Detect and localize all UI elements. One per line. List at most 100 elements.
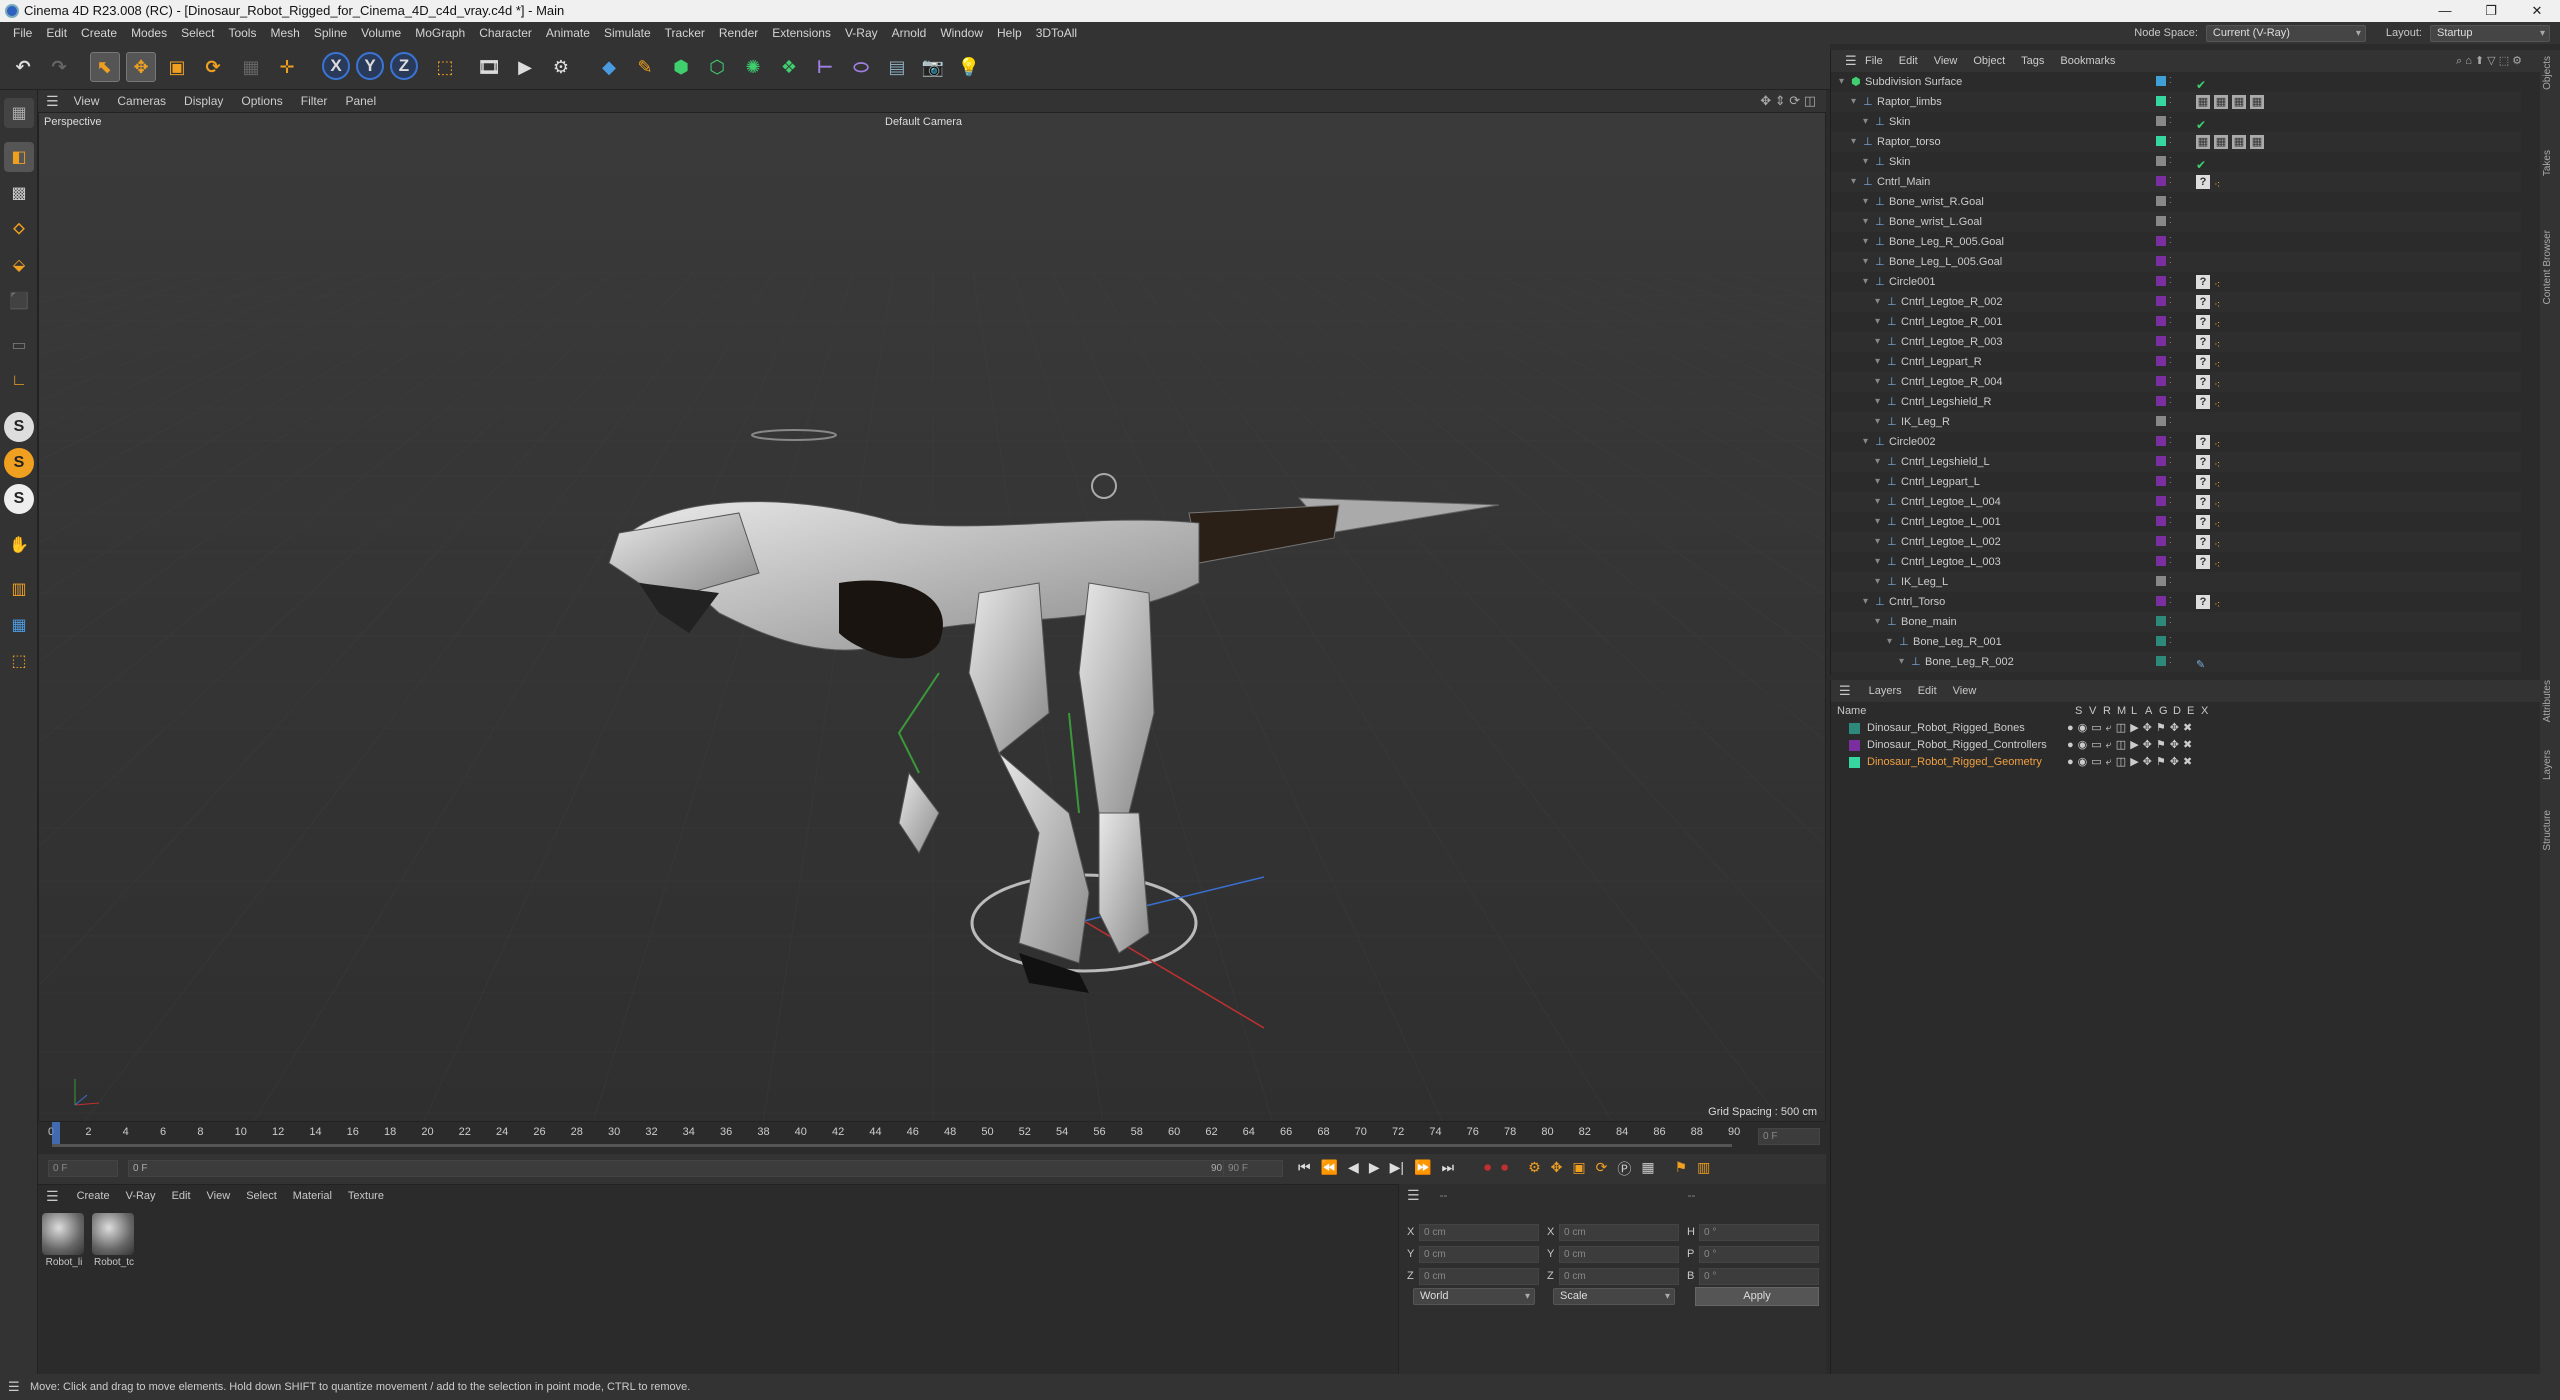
object-row[interactable]: ▾ ⊥ Circle002 ⁚? ⁖ [1831,432,2521,452]
expand-arrow-icon[interactable]: ▾ [1863,272,1868,292]
transform-tool-icon[interactable]: ✛ [272,52,302,82]
coord-field[interactable]: 0 cm [1559,1268,1679,1285]
expand-arrow-icon[interactable]: ▾ [1875,492,1880,512]
cloner-icon[interactable]: ✺ [738,52,768,82]
object-menu-tags[interactable]: Tags [2013,55,2052,67]
expand-arrow-icon[interactable]: ▾ [1899,652,1904,672]
layer-toggle-icons[interactable]: ●◉▭⤶◫▶✥⚑✥✖ [2067,737,2196,754]
coord-field[interactable]: 0 ° [1699,1224,1819,1241]
coord-field[interactable]: 0 ° [1699,1268,1819,1285]
visibility-dots-icon[interactable]: ⁚ [2169,656,2172,666]
material-tag-icon[interactable]: ▦ [2196,135,2210,149]
expand-arrow-icon[interactable]: ▾ [1875,612,1880,632]
layer-row[interactable]: Dinosaur_Robot_Rigged_Bones ●◉▭⤶◫▶✥⚑✥✖ [1831,720,2531,737]
layer-color-swatch[interactable] [2156,76,2166,86]
visibility-dots-icon[interactable]: ⁚ [2169,596,2172,606]
layer-menu-view[interactable]: View [1945,685,1985,697]
render-settings-icon[interactable]: ⚙ [546,52,576,82]
menu-edit[interactable]: Edit [39,22,74,44]
coord-field[interactable]: 0 cm [1559,1224,1679,1241]
material-tag-icon[interactable]: ▦ [2214,95,2228,109]
layer-color-swatch[interactable] [2156,356,2166,366]
menu-spline[interactable]: Spline [307,22,354,44]
layer-color-swatch[interactable] [2156,436,2166,446]
layer-color-swatch[interactable] [2156,296,2166,306]
visibility-dots-icon[interactable]: ⁚ [2169,216,2172,226]
maximize-button[interactable]: ❐ [2468,0,2514,22]
object-row[interactable]: ▾ ⊥ Cntrl_Legtoe_L_003 ⁚? ⁖ [1831,552,2521,572]
object-row[interactable]: ▾ ⊥ Cntrl_Legtoe_R_004 ⁚? ⁖ [1831,372,2521,392]
material-swatch[interactable]: Robot_tc [92,1213,136,1268]
layer-color-swatch[interactable] [2156,636,2166,646]
expand-arrow-icon[interactable]: ▾ [1851,172,1856,192]
layer-color-swatch[interactable] [2156,276,2166,286]
material-tag-icon[interactable]: ▦ [2214,135,2228,149]
redo-icon[interactable]: ↷ [44,52,74,82]
layer-menu-layers[interactable]: Layers [1861,685,1910,697]
render-region-icon[interactable]: 🎞 [474,52,504,82]
layer-row[interactable]: Dinosaur_Robot_Rigged_Controllers ●◉▭⤶◫▶✥… [1831,737,2531,754]
frame-range-slider[interactable]: 0 F 90 F [128,1160,1238,1177]
visibility-dots-icon[interactable]: ⁚ [2169,536,2172,546]
layer-color-swatch[interactable] [2156,336,2166,346]
expand-arrow-icon[interactable]: ▾ [1875,572,1880,592]
coord-field[interactable]: 0 cm [1419,1268,1539,1285]
expand-arrow-icon[interactable]: ▾ [1863,592,1868,612]
ik-tag-icon[interactable]: ✎ [2196,655,2205,672]
grid-icon[interactable]: ▥ [4,574,34,604]
layer-toggle-icons[interactable]: ●◉▭⤶◫▶✥⚑✥✖ [2067,720,2196,737]
placeholder-tool-icon[interactable]: ▦ [236,52,266,82]
light-icon[interactable]: 💡 [954,52,984,82]
object-row[interactable]: ▾ ⊥ Bone_wrist_L.Goal ⁚ [1831,212,2521,232]
layer-color-swatch[interactable] [2156,256,2166,266]
python-tag-icon[interactable]: ? [2196,555,2210,569]
visibility-dots-icon[interactable]: ⁚ [2169,96,2172,106]
material-swatch[interactable]: Robot_li [42,1213,86,1268]
expand-arrow-icon[interactable]: ▾ [1875,412,1880,432]
visibility-dots-icon[interactable]: ⁚ [2169,396,2172,406]
python-tag-icon[interactable]: ? [2196,435,2210,449]
checker-icon[interactable]: ▦ [4,610,34,640]
menu-mesh[interactable]: Mesh [263,22,306,44]
play-icon[interactable]: ▶ [1369,1159,1380,1179]
viewport-menu-options[interactable]: Options [232,94,291,108]
visibility-dots-icon[interactable]: ⁚ [2169,76,2172,86]
expand-arrow-icon[interactable]: ▾ [1839,72,1844,92]
floor-icon[interactable]: ▤ [882,52,912,82]
visibility-dots-icon[interactable]: ⁚ [2169,456,2172,466]
visibility-dots-icon[interactable]: ⁚ [2169,276,2172,286]
snap-s-icon[interactable]: S [4,412,34,442]
layer-color-swatch[interactable] [2156,576,2166,586]
visibility-dots-icon[interactable]: ⁚ [2169,576,2172,586]
visibility-dots-icon[interactable]: ⁚ [2169,516,2172,526]
go-end-icon[interactable]: ⏭ [1441,1159,1454,1179]
python-tag-icon[interactable]: ? [2196,455,2210,469]
object-row[interactable]: ▾ ⊥ Skin ⁚ ✔ [1831,152,2521,172]
python-tag-icon[interactable]: ? [2196,275,2210,289]
menu-window[interactable]: Window [933,22,990,44]
record-icon[interactable]: ⏺ [1484,1159,1491,1179]
viewport-nav-icons[interactable]: ✥ ⇕ ⟳ ◫ [1760,93,1816,109]
expand-arrow-icon[interactable]: ▾ [1875,392,1880,412]
prev-frame-icon[interactable]: ◀ [1348,1159,1359,1179]
visibility-dots-icon[interactable]: ⁚ [2169,636,2172,646]
layer-color-swatch[interactable] [1849,723,1860,734]
layer-menu-edit[interactable]: Edit [1910,685,1945,697]
layer-color-swatch[interactable] [2156,156,2166,166]
cube-icon[interactable]: ◆ [594,52,624,82]
object-menu-edit[interactable]: Edit [1891,55,1926,67]
go-start-icon[interactable]: ⏮ [1298,1159,1311,1179]
object-row[interactable]: ▾ ⊥ Bone_Leg_R_005.Goal ⁚ [1831,232,2521,252]
apply-button[interactable]: Apply [1695,1287,1819,1306]
python-tag-icon[interactable]: ? [2196,475,2210,489]
menu-help[interactable]: Help [990,22,1029,44]
visibility-dots-icon[interactable]: ⁚ [2169,296,2172,306]
expand-arrow-icon[interactable]: ▾ [1875,452,1880,472]
motion-icon[interactable]: ⚑ [1675,1159,1688,1179]
expand-arrow-icon[interactable]: ▾ [1863,192,1868,212]
workplane-icon[interactable]: ∟ [4,366,34,396]
side-tab-objects[interactable]: Objects [2542,56,2553,90]
node-space-dropdown[interactable]: Current (V-Ray) [2205,24,2366,42]
layer-color-swatch[interactable] [2156,396,2166,406]
timeline-window-icon[interactable]: ▥ [1697,1159,1710,1179]
